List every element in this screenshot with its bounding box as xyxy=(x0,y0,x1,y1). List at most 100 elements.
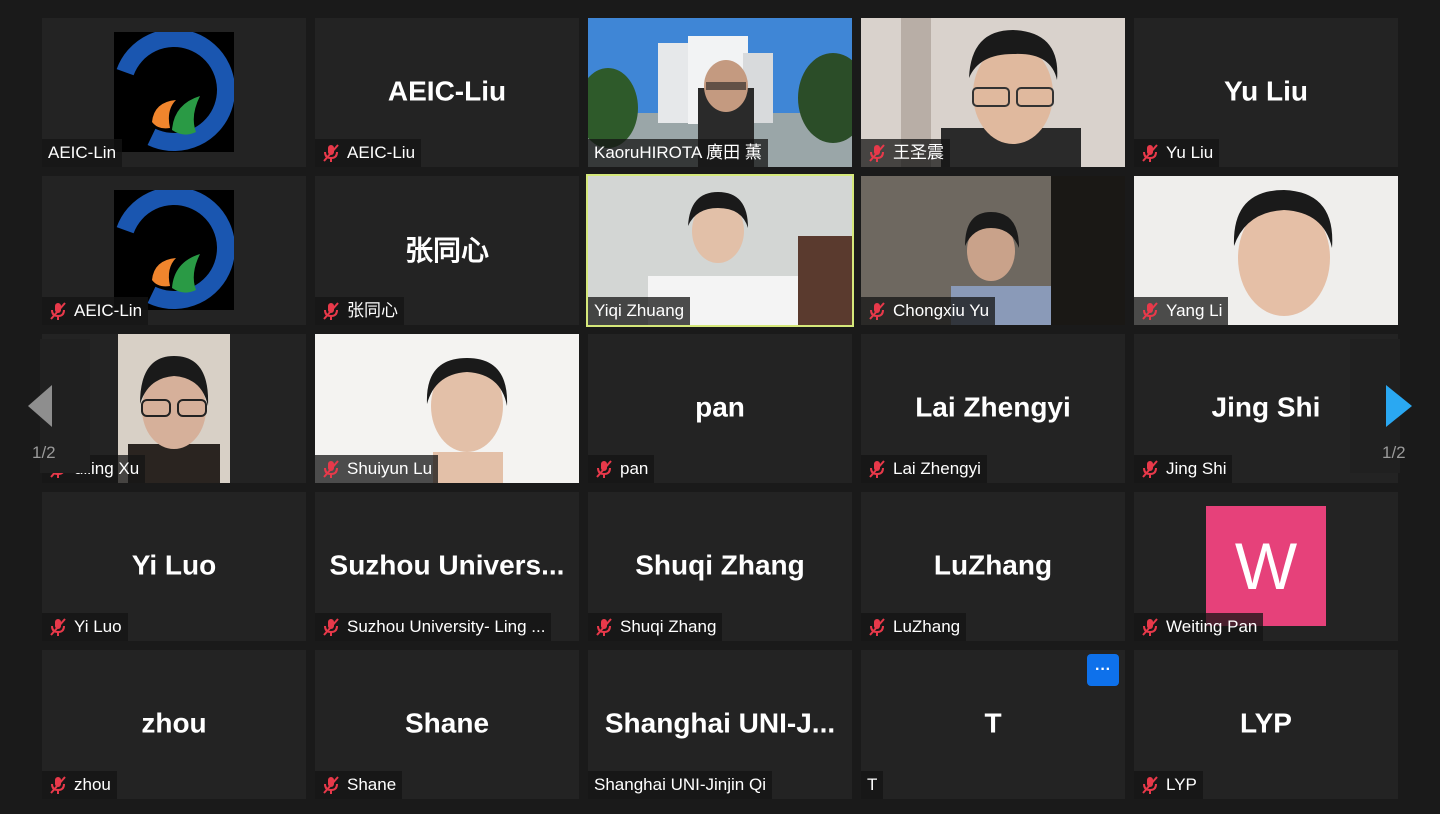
participant-name-label: 王圣震 xyxy=(861,139,950,167)
display-name: LuZhang xyxy=(933,548,1053,580)
mic-muted-icon xyxy=(50,618,66,636)
mic-muted-icon xyxy=(869,302,885,320)
participant-tile[interactable]: LuZhang LuZhang xyxy=(861,492,1125,641)
participant-name-label: Yiqi Zhuang xyxy=(588,297,691,325)
display-name: 张同心 xyxy=(404,234,489,266)
participant-tile[interactable]: Chongxiu Yu xyxy=(861,176,1125,325)
participant-name-label: AEIC-Liu xyxy=(315,139,422,167)
participant-name: Weiting Pan xyxy=(1166,617,1258,636)
participant-name: Yang Li xyxy=(1166,301,1223,320)
mic-muted-icon xyxy=(1142,144,1158,162)
participant-tile[interactable]: Shuqi Zhang Shuqi Zhang xyxy=(588,492,852,641)
participant-name: pan xyxy=(620,459,649,478)
participant-tile[interactable]: AEIC-Lin xyxy=(42,176,306,325)
participant-name-label: 张同心 xyxy=(315,297,404,325)
display-name: Shanghai UNI-J... xyxy=(604,706,836,738)
participant-name-label: Shuiyun Lu xyxy=(315,455,439,483)
participant-tile[interactable]: Shanghai UNI-J... Shanghai UNI-Jinjin Qi xyxy=(588,650,852,799)
participant-name: Shanghai UNI-Jinjin Qi xyxy=(594,775,766,794)
mic-muted-icon xyxy=(50,776,66,794)
mic-muted-icon xyxy=(323,144,339,162)
participant-tile[interactable]: Shuiyun Lu xyxy=(315,334,579,483)
participant-tile[interactable]: Yu Liu Yu Liu xyxy=(1134,18,1398,167)
participant-tile[interactable]: 张同心 张同心 xyxy=(315,176,579,325)
participant-name-label: Chongxiu Yu xyxy=(861,297,996,325)
display-name: AEIC-Liu xyxy=(387,74,507,106)
display-name: zhou xyxy=(141,706,207,738)
participant-tile[interactable]: W Weiting Pan xyxy=(1134,492,1398,641)
display-name: Shuqi Zhang xyxy=(635,548,805,580)
participant-tile[interactable]: Yang Li xyxy=(1134,176,1398,325)
participant-name: AEIC-Lin xyxy=(48,143,117,162)
mic-muted-icon xyxy=(323,618,339,636)
display-name: Suzhou Univers... xyxy=(329,548,565,580)
display-name: Yi Luo xyxy=(131,548,217,580)
participant-name-label: Shane xyxy=(315,771,403,799)
participant-name: Jing Shi xyxy=(1166,459,1227,478)
participant-name-label: Jing Shi xyxy=(1134,455,1233,483)
participant-name: Shane xyxy=(347,775,397,794)
mic-muted-icon xyxy=(323,460,339,478)
aeic-logo xyxy=(113,29,235,152)
participant-name: Shuiyun Lu xyxy=(347,459,433,478)
participant-name: Chongxiu Yu xyxy=(893,301,990,320)
avatar: W xyxy=(1206,506,1326,626)
display-name: T xyxy=(984,706,1002,738)
mic-muted-icon xyxy=(1142,460,1158,478)
participant-name-label: Shuqi Zhang xyxy=(588,613,723,641)
aeic-logo xyxy=(113,187,235,310)
mic-muted-icon xyxy=(1142,618,1158,636)
mic-muted-icon xyxy=(50,302,66,320)
participant-name-label: Yi Luo xyxy=(42,613,128,641)
participant-tile-active-speaker[interactable]: Yiqi Zhuang xyxy=(586,174,854,327)
arrow-right-icon xyxy=(1386,385,1412,427)
participant-name-label: Shanghai UNI-Jinjin Qi xyxy=(588,771,772,799)
participant-tile[interactable]: LYP LYP xyxy=(1134,650,1398,799)
participant-name-label: Weiting Pan xyxy=(1134,613,1264,641)
participant-name: Yi Luo xyxy=(74,617,122,636)
mic-muted-icon xyxy=(323,776,339,794)
participant-name-label: LuZhang xyxy=(861,613,967,641)
participant-name: Yu Liu xyxy=(1166,143,1214,162)
participant-tile[interactable]: Suzhou Univers... Suzhou University- Lin… xyxy=(315,492,579,641)
participant-tile[interactable]: AEIC-Lin xyxy=(42,18,306,167)
mic-muted-icon xyxy=(323,302,339,320)
participant-name: AEIC-Lin xyxy=(74,301,143,320)
display-name: Lai Zhengyi xyxy=(915,390,1071,422)
participant-name-label: pan xyxy=(588,455,655,483)
mic-muted-icon xyxy=(596,618,612,636)
page-indicator: 1/2 xyxy=(1382,443,1406,462)
participant-tile[interactable]: Lai Zhengyi Lai Zhengyi xyxy=(861,334,1125,483)
mic-muted-icon xyxy=(596,460,612,478)
participant-tile[interactable]: zhou zhou xyxy=(42,650,306,799)
participant-name-label: Yu Liu xyxy=(1134,139,1220,167)
mic-muted-icon xyxy=(1142,302,1158,320)
participant-tile[interactable]: pan pan xyxy=(588,334,852,483)
participant-name: T xyxy=(867,775,878,794)
participant-name: 王圣震 xyxy=(893,143,944,162)
participant-name: 张同心 xyxy=(347,301,398,320)
display-name: pan xyxy=(695,390,745,422)
mic-muted-icon xyxy=(869,618,885,636)
arrow-left-icon xyxy=(28,385,52,427)
participant-name-label: zhou xyxy=(42,771,117,799)
mic-muted-icon xyxy=(869,460,885,478)
participant-tile[interactable]: KaoruHIROTA 廣田 薫 xyxy=(588,18,852,167)
participant-tile[interactable]: ··· T T xyxy=(861,650,1125,799)
participant-name-label: Yang Li xyxy=(1134,297,1229,325)
participant-name-label: AEIC-Lin xyxy=(42,297,149,325)
participant-tile[interactable]: AEIC-Liu AEIC-Liu xyxy=(315,18,579,167)
display-name: LYP xyxy=(1240,706,1292,738)
participant-name-label: Lai Zhengyi xyxy=(861,455,987,483)
mic-muted-icon xyxy=(869,144,885,162)
more-options-button[interactable]: ··· xyxy=(1087,654,1119,686)
participant-name: LuZhang xyxy=(893,617,961,636)
participant-name-label: Suzhou University- Ling ... xyxy=(315,613,552,641)
participant-name: AEIC-Liu xyxy=(347,143,416,162)
participant-tile[interactable]: Yi Luo Yi Luo xyxy=(42,492,306,641)
display-name: Shane xyxy=(404,706,490,738)
participant-name: KaoruHIROTA 廣田 薫 xyxy=(594,143,762,162)
participant-tile[interactable]: 王圣震 xyxy=(861,18,1125,167)
participant-name-label: LYP xyxy=(1134,771,1203,799)
participant-tile[interactable]: Shane Shane xyxy=(315,650,579,799)
